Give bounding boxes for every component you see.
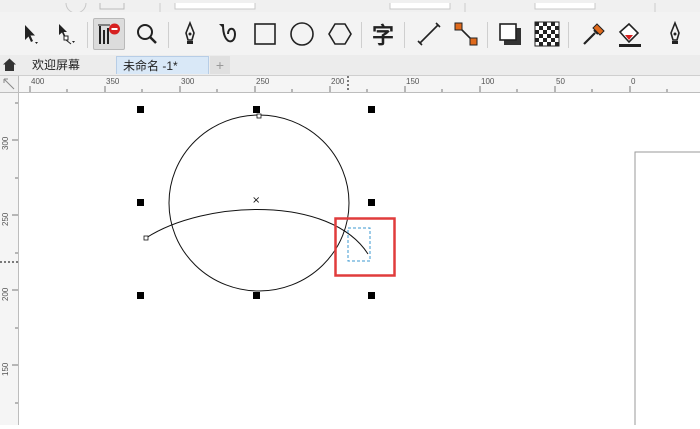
ruler-label: 250	[256, 77, 270, 86]
text-tool-icon[interactable]: 字	[367, 18, 399, 50]
dimension-tool-icon[interactable]	[413, 18, 445, 50]
polygon-tool-icon[interactable]	[324, 18, 356, 50]
fill-tool-icon[interactable]	[614, 18, 646, 50]
toolbox-separator	[361, 22, 362, 48]
eyedropper-tool-icon[interactable]	[578, 18, 610, 50]
ruler-label: 300	[181, 77, 195, 86]
ruler-label: 150	[406, 77, 420, 86]
toolbox-separator	[404, 22, 405, 48]
page-border	[634, 151, 700, 425]
text-tool-glyph: 字	[371, 24, 394, 49]
tab-label: 欢迎屏幕	[32, 58, 81, 72]
rectangle-tool-icon[interactable]	[249, 18, 281, 50]
crop-tool-icon[interactable]	[93, 18, 125, 50]
canvas-drawing	[137, 106, 700, 425]
ellipse-tool-icon[interactable]	[286, 18, 318, 50]
zoom-tool-icon[interactable]	[131, 18, 163, 50]
pick-tool-icon[interactable]	[14, 18, 46, 50]
tab-label: 未命名 -1*	[123, 59, 178, 73]
home-icon[interactable]	[2, 57, 17, 72]
ruler-label: 200	[1, 287, 10, 301]
tab-welcome-screen[interactable]: 欢迎屏幕	[26, 56, 114, 74]
document-tab-bar: 欢迎屏幕 未命名 -1* +	[0, 55, 700, 76]
ruler-label: 0	[631, 77, 636, 86]
ellipse-node[interactable]	[256, 113, 262, 119]
ruler-label: 400	[31, 77, 45, 86]
center-marker: ×	[252, 195, 261, 206]
toolbox-separator	[168, 22, 169, 48]
ruler-origin-corner[interactable]	[0, 76, 19, 93]
toolbox-separator	[87, 22, 88, 48]
smart-fill-tool-icon[interactable]	[659, 18, 691, 50]
connector-tool-icon[interactable]	[450, 18, 482, 50]
toolbox-separator	[568, 22, 569, 48]
ruler-label: 250	[1, 212, 10, 226]
freehand-pen-tool-icon[interactable]	[174, 18, 206, 50]
drawing-canvas[interactable]: ×	[19, 93, 700, 425]
plus-icon: +	[215, 57, 225, 73]
curve-end-node-box[interactable]	[347, 227, 371, 262]
toolbox-separator	[487, 22, 488, 48]
new-tab-button[interactable]: +	[210, 56, 230, 74]
ruler-label: 200	[331, 77, 345, 86]
vertical-ruler[interactable]: 300 250 200 150	[0, 76, 19, 425]
ruler-label: 150	[1, 362, 10, 376]
horizontal-ruler-ticks	[29, 76, 668, 92]
ruler-label: 300	[1, 136, 10, 150]
ruler-label: 350	[106, 77, 120, 86]
transparency-tool-icon[interactable]	[531, 18, 563, 50]
horizontal-ruler[interactable]: 400 350 300 250 200 150 100 50 0	[18, 76, 700, 93]
curve-start-node[interactable]	[143, 235, 149, 241]
ruler-label: 50	[556, 77, 565, 86]
ruler-label: 100	[481, 77, 495, 86]
shape-edit-tool-icon[interactable]	[50, 18, 82, 50]
toolbox: 字	[0, 12, 700, 56]
highlight-box	[334, 217, 396, 277]
artistic-media-tool-icon[interactable]	[213, 18, 245, 50]
drop-shadow-tool-icon[interactable]	[494, 18, 526, 50]
tab-untitled-1[interactable]: 未命名 -1*	[116, 56, 209, 74]
